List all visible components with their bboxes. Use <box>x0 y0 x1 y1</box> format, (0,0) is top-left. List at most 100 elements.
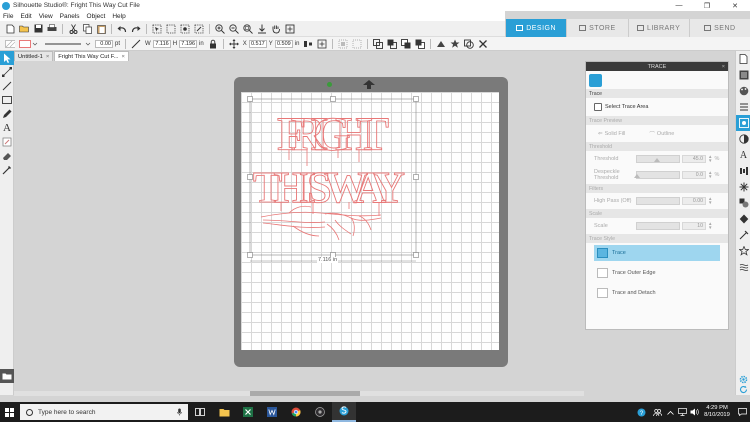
zoom-fit-icon[interactable] <box>257 24 267 34</box>
lock-aspect-icon[interactable] <box>208 39 218 49</box>
tab-library[interactable]: LIBRARY <box>627 19 689 37</box>
refresh-icon[interactable] <box>739 385 748 396</box>
start-button[interactable] <box>0 402 18 422</box>
library-folder-button[interactable] <box>0 369 14 383</box>
replicate-icon[interactable] <box>450 39 460 49</box>
scale-slider[interactable] <box>636 222 680 230</box>
fill-pattern-icon[interactable] <box>5 39 15 49</box>
threshold-input[interactable]: 45.0 <box>682 154 706 163</box>
replicate-panel-button[interactable] <box>736 179 750 195</box>
chrome-taskbar-button[interactable] <box>284 402 308 422</box>
line-width-input[interactable]: 0.00 <box>95 39 113 48</box>
microphone-icon[interactable] <box>177 408 182 418</box>
menu-file[interactable]: File <box>3 13 13 20</box>
network-tray-icon[interactable] <box>676 402 688 422</box>
rectangle-tool[interactable] <box>0 93 14 107</box>
scale-input[interactable]: 10 <box>682 222 706 230</box>
action-center-button[interactable] <box>734 402 750 422</box>
scrollbar-thumb[interactable] <box>250 391 360 396</box>
x-input[interactable]: 0.517 <box>248 39 267 48</box>
tab-design[interactable]: DESIGN <box>505 19 567 37</box>
people-tray-icon[interactable] <box>650 402 664 422</box>
highpass-stepper[interactable]: ▲ ▼ <box>708 196 712 205</box>
outline-option[interactable]: Outline <box>657 131 674 137</box>
word-taskbar-button[interactable] <box>260 402 284 422</box>
copy-icon[interactable] <box>82 23 92 34</box>
text-style-panel-button[interactable]: A <box>736 147 750 163</box>
bring-forward-icon[interactable] <box>401 38 411 49</box>
despeckle-stepper[interactable]: ▲ ▼ <box>708 170 712 179</box>
solid-fill-option[interactable]: Solid Fill <box>605 131 626 137</box>
release-compound-icon[interactable] <box>387 39 398 49</box>
horizontal-scrollbar[interactable] <box>14 391 584 396</box>
doc-tab-untitled[interactable]: Untitled-1 × <box>14 51 54 61</box>
rhinestone-panel-button[interactable] <box>736 243 750 259</box>
modify-icon[interactable] <box>464 39 475 49</box>
fill-panel-button[interactable] <box>736 83 750 99</box>
page-setup-panel-button[interactable] <box>736 51 750 67</box>
task-view-button[interactable] <box>188 402 212 422</box>
trace-style-detach[interactable]: Trace and Detach <box>594 285 720 301</box>
menu-help[interactable]: Help <box>112 13 125 20</box>
height-input[interactable]: 7.196 <box>179 39 198 48</box>
threshold-stepper[interactable]: ▲ ▼ <box>708 154 712 163</box>
silhouette-taskbar-button[interactable] <box>332 402 356 422</box>
ungroup-icon[interactable] <box>352 39 362 49</box>
select-by-color-icon[interactable] <box>180 24 190 34</box>
fit-page-icon[interactable] <box>285 24 295 34</box>
trace-style-outer-edge[interactable]: Trace Outer Edge <box>594 265 720 281</box>
design-artwork[interactable]: FRIGHT THIS WAY <box>241 92 499 350</box>
select-all-icon[interactable] <box>152 24 162 34</box>
delete-icon[interactable] <box>478 39 488 49</box>
print-icon[interactable] <box>47 24 57 34</box>
open-folder-icon[interactable] <box>19 24 29 34</box>
offset-panel-button[interactable] <box>736 211 750 227</box>
center-icon[interactable] <box>317 39 327 49</box>
make-compound-icon[interactable] <box>373 38 384 49</box>
save-icon[interactable] <box>33 24 43 34</box>
obs-taskbar-button[interactable] <box>308 402 332 422</box>
cut-icon[interactable] <box>68 23 78 34</box>
close-panel-icon[interactable]: × <box>722 64 725 70</box>
doc-tab-fright-this-way[interactable]: Fright This Way Cut F... × <box>54 51 129 61</box>
close-tab-icon[interactable]: × <box>46 54 49 60</box>
excel-taskbar-button[interactable] <box>236 402 260 422</box>
send-backward-icon[interactable] <box>415 39 426 49</box>
threshold-slider[interactable] <box>636 154 680 163</box>
minimize-button[interactable]: — <box>666 0 692 11</box>
despeckle-slider-knob[interactable] <box>634 174 640 178</box>
line-panel-button[interactable] <box>736 99 750 115</box>
deselect-icon[interactable] <box>166 24 176 34</box>
select-trace-area-row[interactable]: Select Trace Area <box>586 98 728 116</box>
taskbar-search-box[interactable]: Type here to search <box>20 404 188 420</box>
select-by-line-icon[interactable] <box>194 24 204 34</box>
knife-panel-button[interactable] <box>736 227 750 243</box>
trace-icon[interactable] <box>589 73 602 87</box>
align-panel-button[interactable] <box>736 163 750 179</box>
close-button[interactable]: ✕ <box>722 0 748 11</box>
line-tool[interactable] <box>0 79 14 93</box>
redo-icon[interactable] <box>131 24 141 34</box>
close-tab-icon[interactable]: × <box>121 54 124 60</box>
align-icon[interactable] <box>303 39 313 49</box>
select-trace-area-button[interactable]: Select Trace Area <box>605 104 648 110</box>
zoom-out-icon[interactable] <box>229 23 239 34</box>
volume-tray-icon[interactable] <box>688 402 700 422</box>
group-icon[interactable] <box>338 39 348 49</box>
trace-panel-button[interactable] <box>736 115 750 131</box>
highpass-input[interactable]: 0.00 <box>682 197 706 205</box>
menu-panels[interactable]: Panels <box>60 13 80 20</box>
line-style-selector[interactable] <box>43 39 93 49</box>
select-tool[interactable] <box>0 51 14 65</box>
paste-icon[interactable] <box>96 24 106 34</box>
scale-stepper[interactable]: ▲ ▼ <box>708 221 712 230</box>
taskbar-clock[interactable]: 4:29 PM 8/10/2019 <box>700 405 734 419</box>
file-explorer-taskbar-button[interactable] <box>212 402 236 422</box>
pan-hand-icon[interactable] <box>271 24 281 34</box>
new-file-icon[interactable] <box>5 24 15 34</box>
fill-tool[interactable] <box>0 135 14 149</box>
design-canvas[interactable]: FRIGHT THIS WAY 7.116 in <box>14 61 584 391</box>
y-input[interactable]: 0.509 <box>274 39 293 48</box>
zoom-in-icon[interactable] <box>215 23 225 34</box>
maximize-button[interactable]: ❐ <box>694 0 720 11</box>
